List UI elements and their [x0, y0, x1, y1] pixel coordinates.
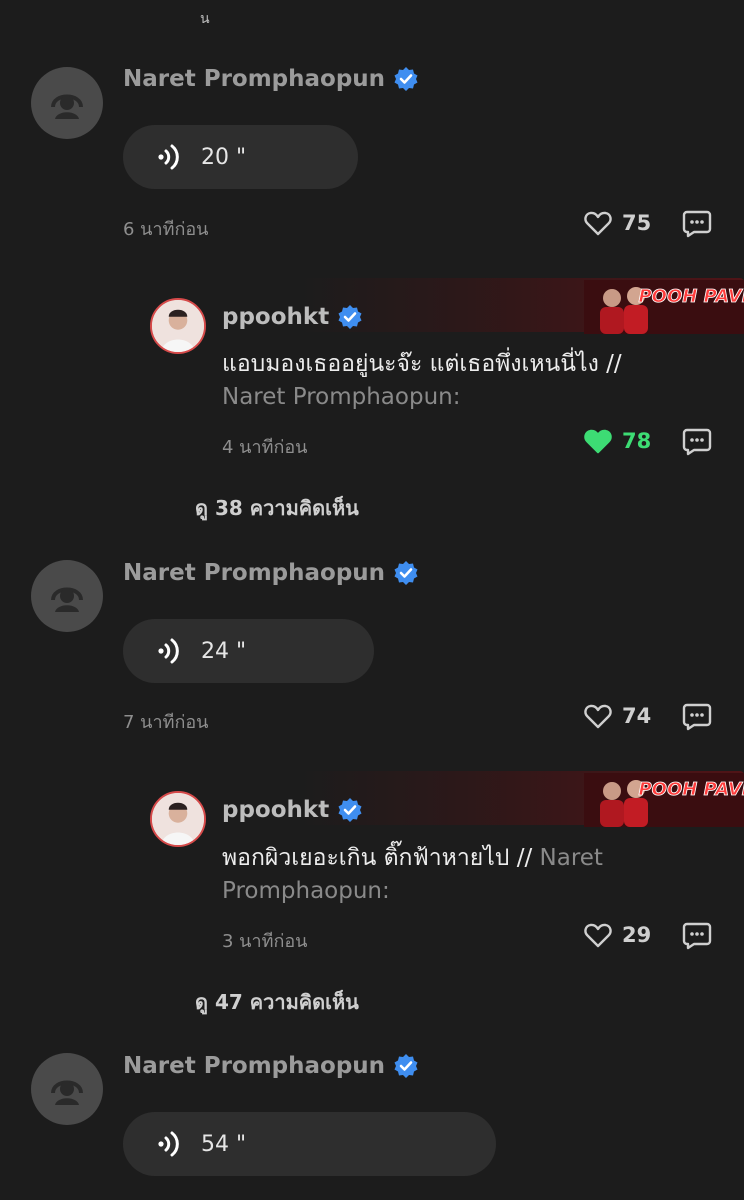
default-avatar-icon: [51, 1080, 83, 1105]
heart-outline-icon: [584, 704, 612, 729]
comment-bubble-icon: [682, 210, 712, 238]
audio-wave-icon: [158, 144, 179, 170]
banner-label: POOH PAVEL: [638, 779, 744, 800]
banner-label: POOH PAVEL: [638, 286, 744, 307]
verified-badge-icon: [394, 67, 418, 91]
avatar[interactable]: [31, 560, 103, 632]
verified-badge-icon: [338, 798, 362, 822]
reply-like-button[interactable]: 78: [584, 428, 651, 454]
reply-author[interactable]: ppoohkt: [222, 797, 363, 823]
clipped-text-fragment: น: [200, 11, 210, 27]
reply-avatar[interactable]: [150, 791, 206, 847]
pooh-pavel-banner-art: POOH PAVEL: [584, 280, 744, 334]
like-count: 75: [622, 211, 652, 235]
reply-comment-button[interactable]: [682, 428, 712, 460]
heart-outline-icon: [584, 923, 612, 948]
voice-message-player[interactable]: 54 ": [123, 1112, 496, 1176]
comment-author[interactable]: Naret Promphaopun: [123, 66, 419, 92]
comment-timestamp: 7 นาทีก่อน: [123, 712, 209, 733]
voice-duration: 20 ": [201, 144, 247, 170]
reply-timestamp: 3 นาทีก่อน: [222, 931, 308, 952]
like-count: 78: [622, 429, 652, 453]
comment-timestamp: 6 นาทีก่อน: [123, 219, 209, 240]
verified-badge-icon: [338, 305, 362, 329]
reply-timestamp: 4 นาทีก่อน: [222, 437, 308, 458]
reply-like-button[interactable]: 29: [584, 922, 651, 948]
heart-outline-icon: [584, 211, 612, 236]
avatar[interactable]: [31, 67, 103, 139]
voice-message-player[interactable]: 20 ": [123, 125, 358, 189]
reply-avatar[interactable]: [150, 298, 206, 354]
default-avatar-icon: [51, 94, 83, 119]
reply-button[interactable]: [682, 210, 712, 242]
voice-message-player[interactable]: 24 ": [123, 619, 374, 683]
voice-duration: 24 ": [201, 638, 247, 664]
verified-badge-icon: [394, 561, 418, 585]
comment-author[interactable]: Naret Promphaopun: [123, 1053, 419, 1079]
audio-wave-icon: [158, 1131, 179, 1157]
reply-author[interactable]: ppoohkt: [222, 304, 363, 330]
reply-text: พอกผิวเยอะเกิน ติ๊กฟ้าหายไป // Naret Pro…: [222, 845, 603, 904]
like-count: 74: [622, 704, 652, 728]
audio-wave-icon: [158, 638, 179, 664]
voice-duration: 54 ": [201, 1131, 247, 1157]
comment-bubble-icon: [682, 703, 712, 731]
reply-button[interactable]: [682, 703, 712, 735]
avatar[interactable]: [31, 1053, 103, 1125]
heart-filled-icon: [584, 429, 612, 454]
reply-comment-button[interactable]: [682, 922, 712, 954]
mention[interactable]: Naret Promphaopun:: [222, 384, 460, 410]
comment-bubble-icon: [682, 922, 712, 950]
like-button[interactable]: 75: [584, 210, 651, 236]
view-more-replies-link[interactable]: ดู 47 ความคิดเห็น: [195, 986, 359, 1018]
like-count: 29: [622, 923, 652, 947]
default-avatar-icon: [51, 587, 83, 612]
comment-bubble-icon: [682, 428, 712, 456]
pooh-pavel-banner-art: POOH PAVEL: [584, 773, 744, 827]
reply-text: แอบมองเธออยู่นะจ๊ะ แต่เธอพึ่งเหนนี่ไง //…: [222, 351, 622, 410]
verified-badge-icon: [394, 1054, 418, 1078]
comment-author[interactable]: Naret Promphaopun: [123, 560, 419, 586]
like-button[interactable]: 74: [584, 703, 651, 729]
view-more-replies-link[interactable]: ดู 38 ความคิดเห็น: [195, 492, 359, 524]
